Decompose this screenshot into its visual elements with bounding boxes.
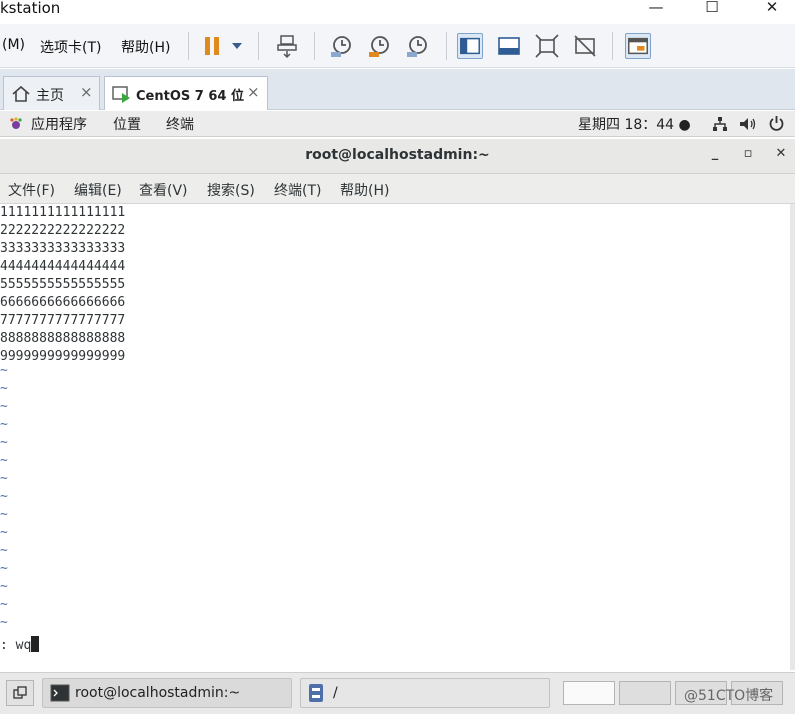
vi-empty-line-tilde: ~ [0,561,8,576]
menu-tabs[interactable]: 选项卡(T) [40,37,101,57]
vi-empty-line-tilde: ~ [0,381,8,396]
tab-home[interactable]: 主页 × [3,76,100,110]
terminal-maximize-button[interactable]: ▫ [737,146,759,161]
gnome-foot-icon [10,117,22,129]
close-button[interactable]: ✕ [752,0,792,18]
desktop-icon [13,686,27,699]
vi-line: 3333333333333333 [0,241,126,256]
text-cursor [31,636,40,652]
vmware-title-bar: kstation — ☐ ✕ [0,0,795,22]
vi-empty-line-tilde: ~ [0,489,8,504]
vi-empty-line-tilde: ~ [0,363,8,378]
console-view-icon[interactable] [625,33,651,59]
menu-search[interactable]: 搜索(S) [207,180,255,200]
terminal-menu-bar: 文件(F) 编辑(E) 查看(V) 搜索(S) 终端(T) 帮助(H) [0,174,795,204]
snapshot-manager-icon[interactable] [404,33,430,59]
snapshot-icon[interactable] [328,33,354,59]
vi-empty-line-tilde: ~ [0,525,8,540]
vi-line: 1111111111111111 [0,205,126,220]
tab-centos[interactable]: CentOS 7 64 位 × [104,76,268,110]
vi-empty-line-tilde: ~ [0,399,8,414]
menu-file[interactable]: 文件(F) [8,180,55,200]
thumbnail-bar-icon[interactable] [496,33,522,59]
menu-terminal[interactable]: 终端(T) [274,180,321,200]
vi-empty-line-tilde: ~ [0,417,8,432]
terminal-title-bar: root@localhostadmin:~ _ ▫ ✕ [0,139,795,174]
vi-line: 5555555555555555 [0,277,126,292]
maximize-button[interactable]: ☐ [692,0,732,18]
vi-line: 4444444444444444 [0,259,126,274]
vi-empty-line-tilde: ~ [0,579,8,594]
terminal-minimize-button[interactable]: _ [704,146,726,161]
vm-running-icon [112,86,130,103]
home-icon [12,85,30,102]
window-title: kstation [0,0,61,17]
vi-empty-line-tilde: ~ [0,471,8,486]
vi-command-line[interactable]: : wq [0,636,40,654]
vi-empty-line-tilde: ~ [0,543,8,558]
show-library-icon[interactable] [457,33,483,59]
menu-help[interactable]: 帮助(H) [340,180,389,200]
network-icon[interactable] [712,116,728,132]
places-menu[interactable]: 位置 [113,114,141,134]
vi-line: 9999999999999999 [0,349,126,364]
pause-icon[interactable] [200,33,226,59]
unity-mode-icon[interactable] [572,33,598,59]
taskbar-files-window[interactable]: / [300,678,550,708]
toolbar-divider [188,32,189,60]
vi-empty-line-tilde: ~ [0,453,8,468]
terminal-close-button[interactable]: ✕ [770,146,792,161]
revert-snapshot-icon[interactable] [366,33,392,59]
workspace-1[interactable] [563,681,615,705]
full-screen-icon[interactable] [534,33,560,59]
toolbar-divider [612,32,613,60]
tab-centos-close-icon[interactable]: × [247,83,260,101]
taskbar-terminal-window[interactable]: root@localhostadmin:~ [42,678,292,708]
volume-icon[interactable] [739,116,757,132]
vi-line: 7777777777777777 [0,313,126,328]
workspace-2[interactable] [619,681,671,705]
vi-empty-line-tilde: ~ [0,435,8,450]
taskbar-terminal-label: root@localhostadmin:~ [75,685,241,701]
tab-home-label: 主页 [36,88,64,104]
vmware-tab-bar: 主页 × CentOS 7 64 位 × [0,69,795,110]
vmware-toolbar: (M) 选项卡(T) 帮助(H) [0,24,795,68]
vi-line: 8888888888888888 [0,331,126,346]
menu-vm[interactable]: (M) [2,37,25,53]
terminal-app-menu[interactable]: 终端 [166,114,194,134]
vi-empty-line-tilde: ~ [0,597,8,612]
watermark-text: @51CTO博客 [684,688,774,704]
file-cabinet-icon [309,684,323,702]
send-ctrl-alt-del-icon[interactable] [274,33,300,59]
taskbar-files-label: / [333,685,338,701]
tab-centos-label: CentOS 7 64 位 [136,89,244,104]
gnome-bottom-panel: root@localhostadmin:~ / @51CTO博客 [0,672,795,714]
toolbar-divider [258,32,259,60]
toolbar-divider [314,32,315,60]
terminal-icon [50,684,70,702]
menu-view[interactable]: 查看(V) [139,180,188,200]
minimize-button[interactable]: — [636,0,676,18]
applications-menu[interactable]: 应用程序 [31,114,87,134]
chevron-down-icon[interactable] [228,33,246,59]
tab-home-close-icon[interactable]: × [80,83,93,101]
menu-edit[interactable]: 编辑(E) [74,180,122,200]
terminal-screen[interactable]: 1111111111111111 2222222222222222 333333… [0,204,790,670]
command-text: : wq [0,638,32,653]
terminal-scrollbar[interactable] [790,204,795,670]
show-desktop-button[interactable] [6,680,34,706]
terminal-title: root@localhostadmin:~ [305,147,490,163]
power-icon[interactable] [768,115,785,132]
vi-line: 6666666666666666 [0,295,126,310]
vi-empty-line-tilde: ~ [0,507,8,522]
clock[interactable]: 星期四 18：44 ● [578,114,691,134]
gnome-top-panel: 应用程序 位置 终端 星期四 18：44 ● [0,111,795,137]
vi-line: 2222222222222222 [0,223,126,238]
vi-empty-line-tilde: ~ [0,615,8,630]
toolbar-divider [446,32,447,60]
menu-help[interactable]: 帮助(H) [121,37,170,57]
